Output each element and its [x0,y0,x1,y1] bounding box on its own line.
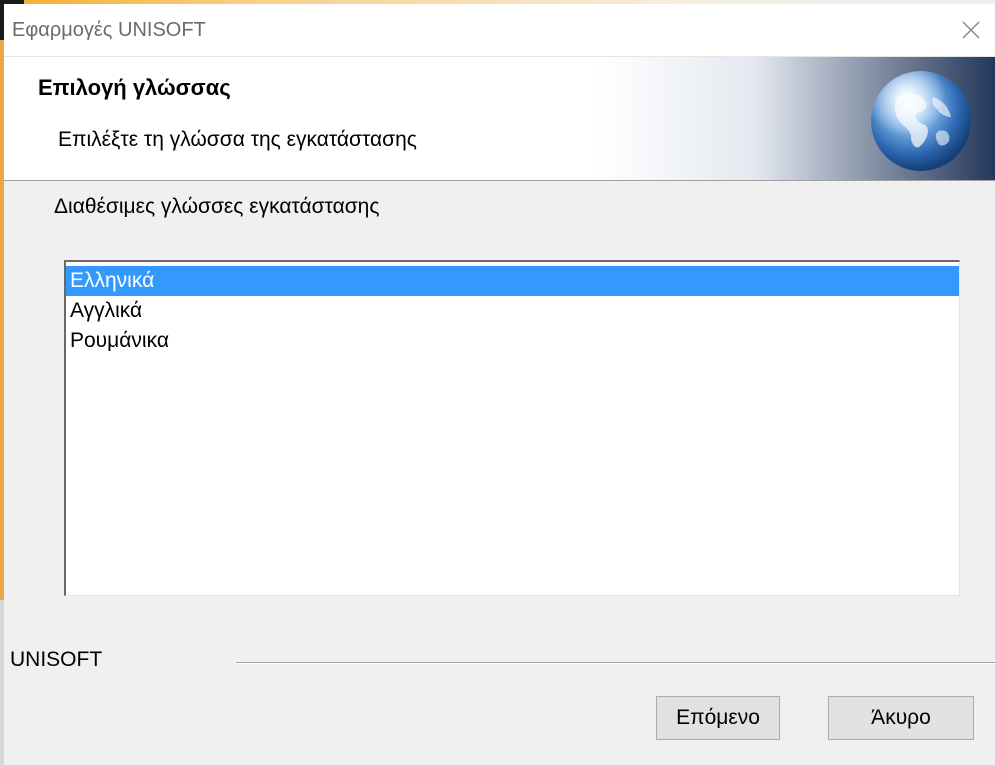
list-item-label: Ελληνικά [70,269,155,292]
cancel-button[interactable]: Άκυρο [828,696,974,740]
list-item-romanian[interactable]: Ρουμάνικα [66,326,959,356]
available-languages-label: Διαθέσιμες γλώσσες εγκατάστασης [54,195,380,218]
list-item-label: Αγγλικά [70,299,143,322]
close-button[interactable] [947,4,995,56]
brand-label: UNISOFT [10,648,103,671]
header-banner: Επιλογή γλώσσας Επιλέξτε τη γλώσσα της ε… [4,57,995,181]
footer-divider [236,662,995,664]
next-button[interactable]: Επόμενο [656,696,780,740]
language-listbox[interactable]: Ελληνικά Αγγλικά Ρουμάνικα [64,260,960,596]
page-subtitle: Επιλέξτε τη γλώσσα της εγκατάστασης [58,128,417,151]
globe-icon [871,71,971,171]
list-item-english[interactable]: Αγγλικά [66,296,959,326]
page-title: Επιλογή γλώσσας [38,75,231,100]
close-icon [962,21,980,39]
installer-window: Εφαρμογές UNISOFT Επιλογή γλώσσας Επιλέξ… [0,0,995,765]
list-item-label: Ρουμάνικα [70,329,169,352]
window-title: Εφαρμογές UNISOFT [12,19,206,41]
title-bar[interactable]: Εφαρμογές UNISOFT [4,4,995,57]
list-item-greek[interactable]: Ελληνικά [66,266,959,296]
